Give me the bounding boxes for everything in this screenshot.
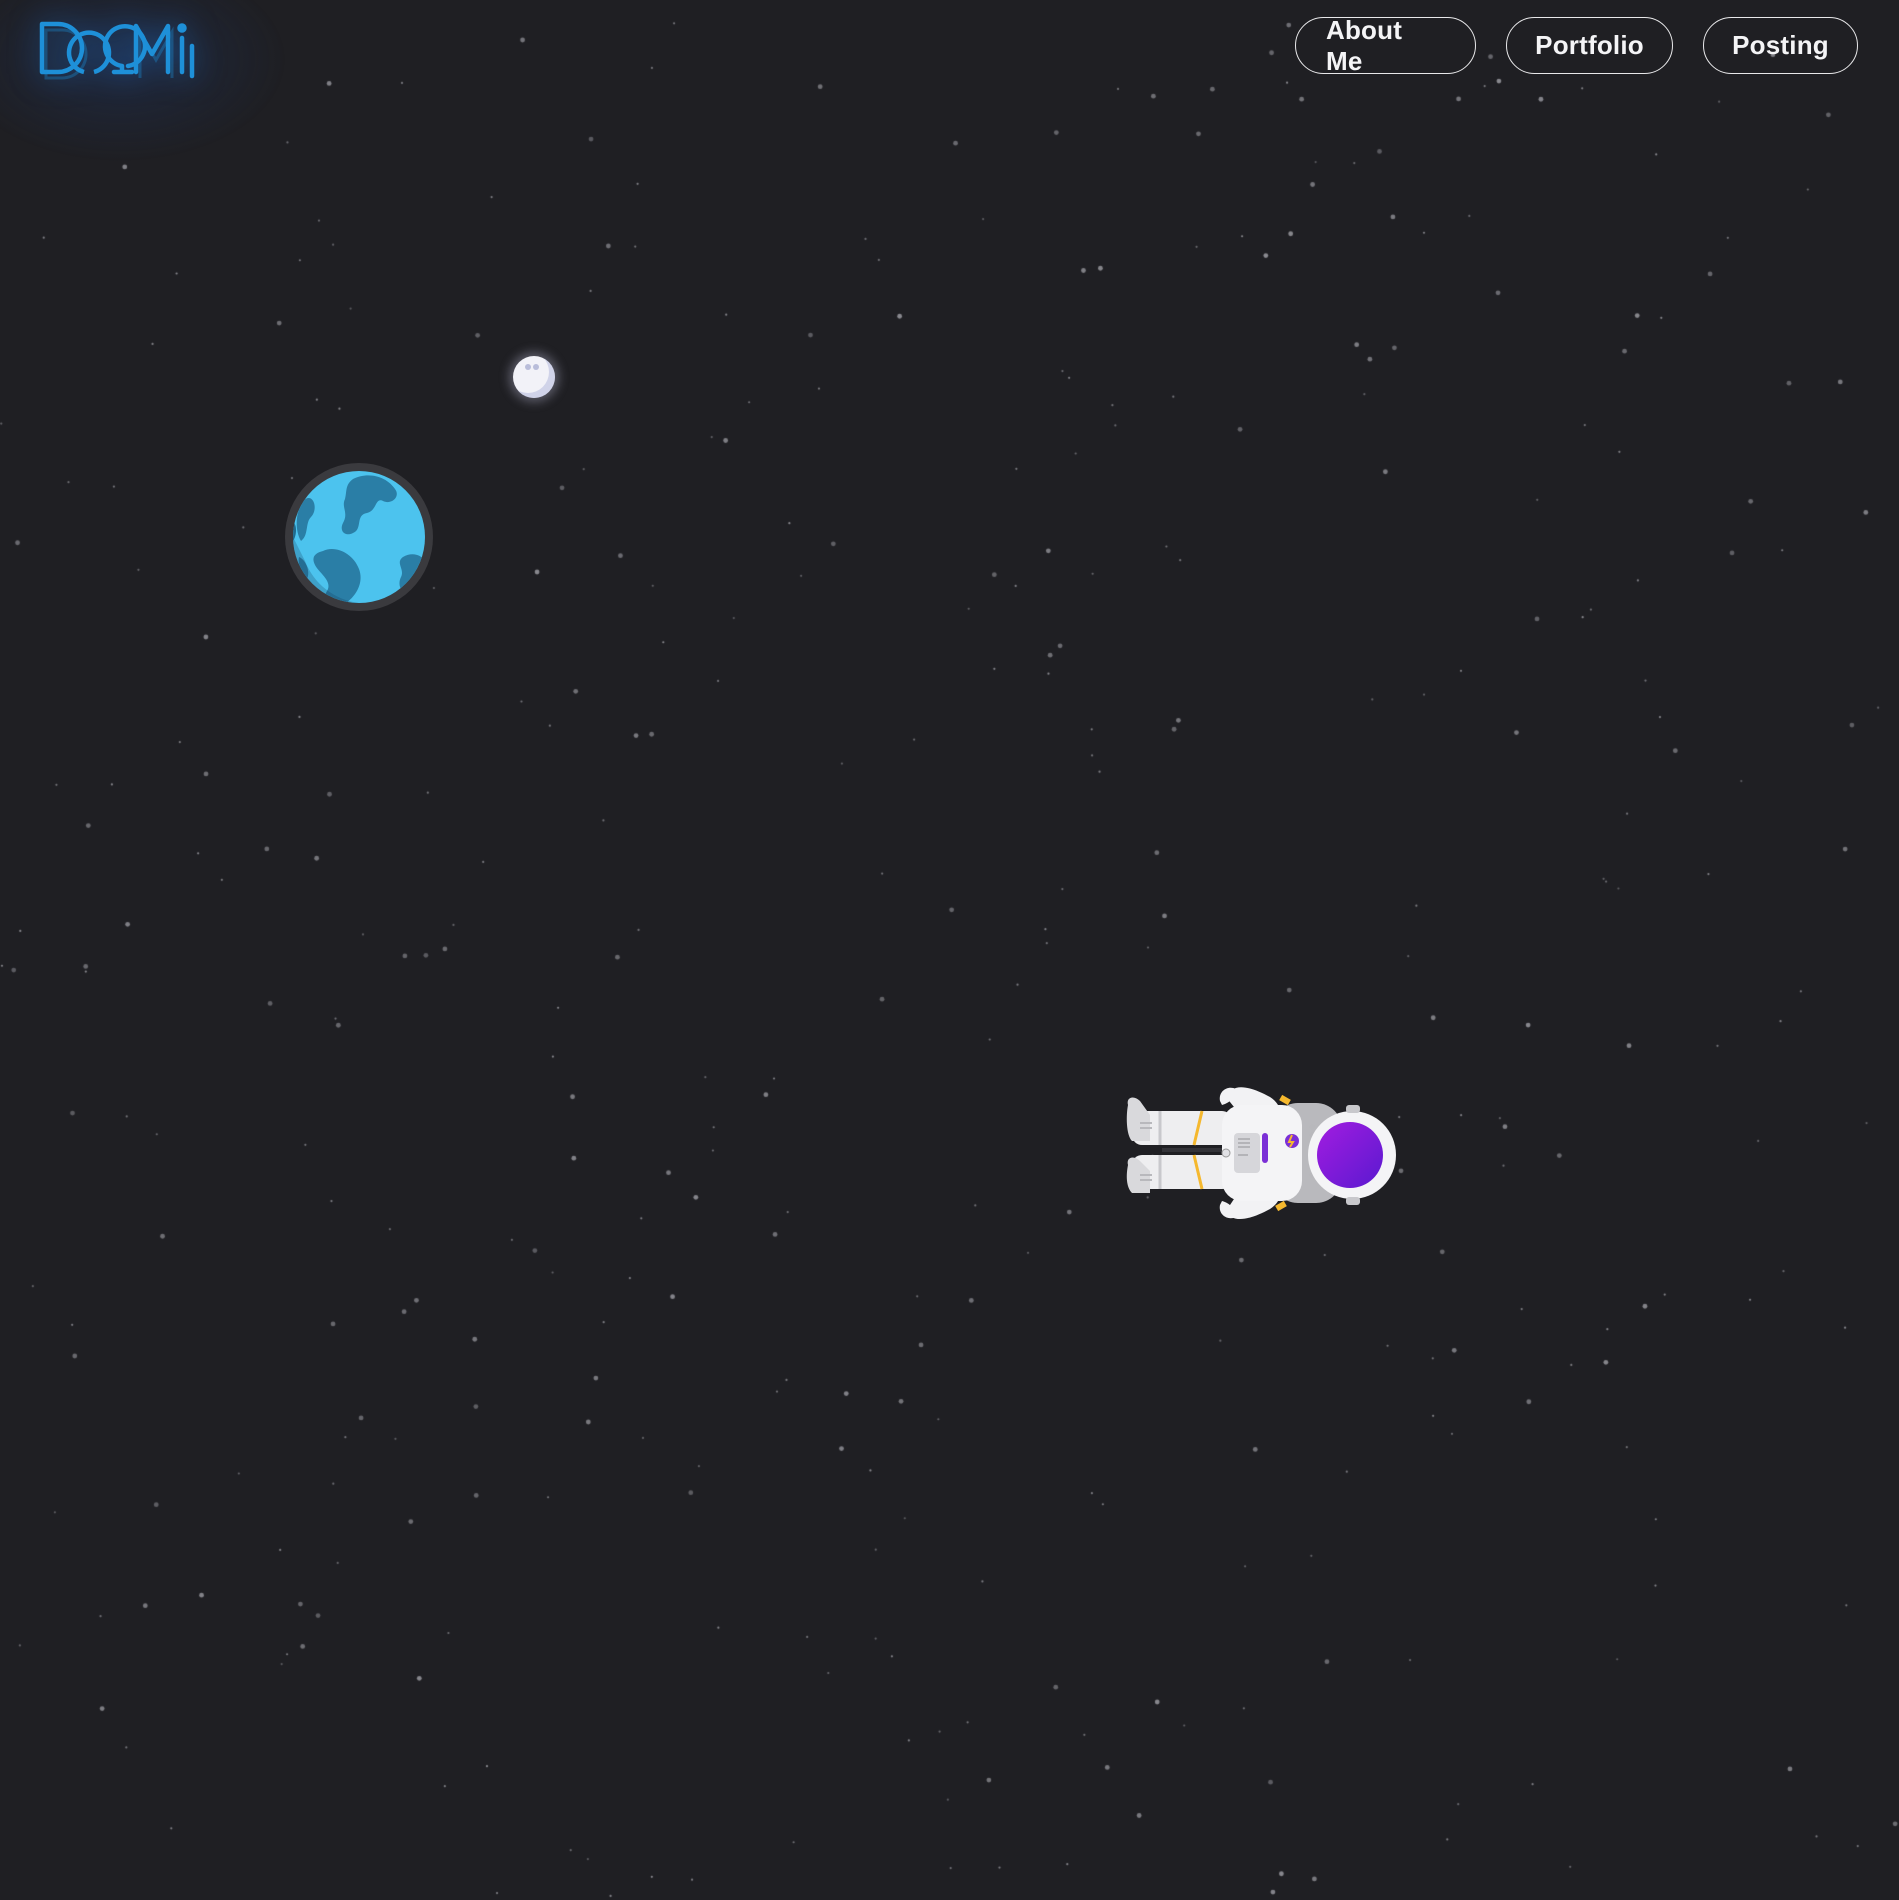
moon-icon <box>513 356 555 398</box>
logo-mark <box>39 21 195 80</box>
logo[interactable] <box>36 16 206 86</box>
earth-icon <box>285 463 433 611</box>
portfolio-button[interactable]: Portfolio <box>1506 17 1673 74</box>
main-nav: About Me Portfolio Posting <box>1295 15 1858 76</box>
astronaut-icon <box>1126 1087 1396 1220</box>
about-me-button[interactable]: About Me <box>1295 15 1476 76</box>
starfield-background <box>0 0 1899 1900</box>
posting-button[interactable]: Posting <box>1703 17 1858 74</box>
page: About Me Portfolio Posting <box>0 0 1899 1900</box>
